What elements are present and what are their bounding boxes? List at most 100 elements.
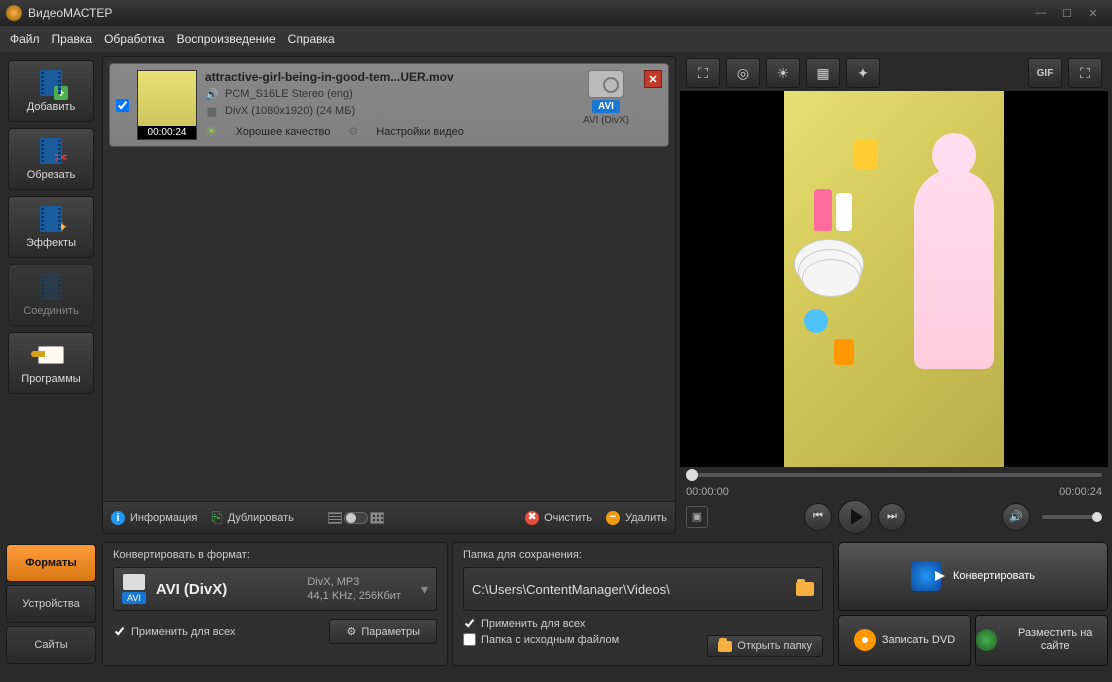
- volume-slider[interactable]: [1042, 515, 1102, 519]
- output-path[interactable]: C:\Users\ContentManager\Videos\: [463, 567, 823, 611]
- menu-process[interactable]: Обработка: [104, 32, 165, 46]
- join-button[interactable]: Соединить: [8, 264, 94, 326]
- info-icon: i: [111, 511, 125, 525]
- apply-all-format[interactable]: Применить для всех: [113, 625, 235, 638]
- app-title: ВидеоМАСТЕР: [28, 6, 1028, 20]
- params-button[interactable]: ⚙Параметры: [329, 619, 437, 644]
- tab-sites[interactable]: Сайты: [6, 626, 96, 664]
- gear-icon[interactable]: ⚙: [348, 125, 358, 138]
- prev-button[interactable]: ⏮: [804, 503, 832, 531]
- snapshot-button[interactable]: ▣: [686, 506, 708, 528]
- programs-button[interactable]: Программы: [8, 332, 94, 394]
- crop-button[interactable]: ⛶: [686, 58, 720, 88]
- cut-label: Обрезать: [27, 169, 76, 181]
- browse-folder-icon[interactable]: [796, 582, 814, 596]
- file-item[interactable]: 00:00:24 attractive-girl-being-in-good-t…: [109, 63, 669, 147]
- next-button[interactable]: ⏭: [878, 503, 906, 531]
- volume-button[interactable]: 🔊: [1002, 503, 1030, 531]
- fx-button[interactable]: ▦: [806, 58, 840, 88]
- audio-icon: 🔊: [205, 87, 219, 101]
- clear-button[interactable]: ✖Очистить: [525, 511, 592, 525]
- format-name: AVI (DivX): [156, 581, 227, 598]
- playback-controls: ▣ ⏮ ⏭ 🔊: [680, 499, 1108, 534]
- file-checkbox[interactable]: [116, 99, 129, 112]
- film-icon: +: [40, 70, 62, 96]
- folder-icon: [718, 641, 732, 652]
- add-button[interactable]: + Добавить: [8, 60, 94, 122]
- close-button[interactable]: ✕: [1080, 4, 1106, 22]
- path-text: C:\Users\ContentManager\Videos\: [472, 582, 788, 597]
- fullscreen-button[interactable]: ⛶: [1068, 58, 1102, 88]
- grid-view-icon[interactable]: [370, 512, 384, 524]
- maximize-button[interactable]: ☐: [1054, 4, 1080, 22]
- brightness-button[interactable]: ☀: [766, 58, 800, 88]
- burn-dvd-button[interactable]: Записать DVD: [838, 615, 971, 666]
- menu-bar: Файл Правка Обработка Воспроизведение Сп…: [0, 26, 1112, 52]
- format-panel: Конвертировать в формат: AVI AVI (DivX) …: [102, 542, 448, 666]
- menu-file[interactable]: Файл: [10, 32, 40, 46]
- film-icon: [40, 274, 62, 300]
- cut-button[interactable]: ✂ Обрезать: [8, 128, 94, 190]
- open-folder-button[interactable]: Открыть папку: [707, 635, 823, 657]
- speed-button[interactable]: ✦: [846, 58, 880, 88]
- effects-button[interactable]: ✦ Эффекты: [8, 196, 94, 258]
- format-icon: [123, 574, 145, 590]
- preview-toolbar: ⛶ ◎ ☀ ▦ ✦ GIF ⛶: [680, 56, 1108, 91]
- menu-playback[interactable]: Воспроизведение: [177, 32, 276, 46]
- tab-formats[interactable]: Форматы: [6, 544, 96, 582]
- camera-icon: [588, 70, 624, 98]
- clear-icon: ✖: [525, 511, 539, 525]
- chevron-down-icon: ▾: [421, 581, 428, 598]
- duplicate-icon: ⎘: [211, 509, 222, 526]
- gear-icon: ⚙: [346, 625, 356, 638]
- convert-button[interactable]: Конвертировать: [838, 542, 1108, 611]
- video-frame: [784, 91, 1004, 467]
- format-panel-title: Конвертировать в формат:: [113, 549, 437, 561]
- programs-label: Программы: [21, 373, 80, 385]
- dvd-icon: [854, 629, 876, 651]
- play-button[interactable]: [838, 500, 872, 534]
- settings-link[interactable]: Настройки видео: [376, 126, 464, 138]
- folder-panel: Папка для сохранения: C:\Users\ContentMa…: [452, 542, 834, 666]
- tab-devices[interactable]: Устройства: [6, 585, 96, 623]
- duplicate-button[interactable]: ⎘Дублировать: [211, 509, 294, 526]
- effects-label: Эффекты: [26, 237, 76, 249]
- video-icon: ▦: [205, 104, 219, 118]
- titlebar: ВидеоМАСТЕР — ☐ ✕: [0, 0, 1112, 26]
- timeline-thumb[interactable]: [686, 469, 698, 481]
- format-details: DivX, MP344,1 KHz, 256Кбит: [307, 575, 401, 604]
- minimize-button[interactable]: —: [1028, 4, 1054, 22]
- delete-button[interactable]: −Удалить: [606, 511, 667, 525]
- menu-help[interactable]: Справка: [288, 32, 335, 46]
- video-info: DivX (1080x1920) (24 МБ): [225, 105, 355, 117]
- timeline[interactable]: [680, 467, 1108, 484]
- quality-icon: ☀: [205, 123, 218, 140]
- info-button[interactable]: iИнформация: [111, 511, 197, 525]
- key-icon: [38, 346, 64, 364]
- gif-button[interactable]: GIF: [1028, 58, 1062, 88]
- list-view-icon[interactable]: [328, 512, 342, 524]
- globe-icon: [976, 629, 997, 651]
- duration-label: 00:00:24: [138, 126, 196, 139]
- toggle-switch[interactable]: [344, 512, 368, 524]
- menu-edit[interactable]: Правка: [52, 32, 93, 46]
- time-start: 00:00:00: [686, 486, 729, 498]
- action-buttons: Конвертировать Записать DVD Разместить н…: [838, 542, 1108, 666]
- film-icon: ✦: [40, 206, 62, 232]
- join-label: Соединить: [23, 305, 79, 317]
- publish-button[interactable]: Разместить на сайте: [975, 615, 1108, 666]
- output-desc: AVI (DivX): [583, 115, 629, 126]
- file-name: attractive-girl-being-in-good-tem...UER.…: [205, 70, 568, 84]
- film-icon: ✂: [40, 138, 62, 164]
- apply-all-folder[interactable]: Применить для всех: [463, 617, 823, 630]
- view-toggle[interactable]: [328, 512, 384, 524]
- rotate-button[interactable]: ◎: [726, 58, 760, 88]
- quality-label: Хорошее качество: [236, 126, 331, 138]
- time-end: 00:00:24: [1059, 486, 1102, 498]
- audio-info: PCM_S16LE Stereo (eng): [225, 88, 353, 100]
- format-tabs: Форматы Устройства Сайты: [4, 542, 98, 666]
- format-selector[interactable]: AVI AVI (DivX) DivX, MP344,1 KHz, 256Кби…: [113, 567, 437, 611]
- left-toolbar: + Добавить ✂ Обрезать ✦ Эффекты Соединит…: [4, 56, 98, 534]
- remove-file-button[interactable]: ✕: [644, 70, 662, 88]
- format-badge: AVI: [122, 592, 146, 604]
